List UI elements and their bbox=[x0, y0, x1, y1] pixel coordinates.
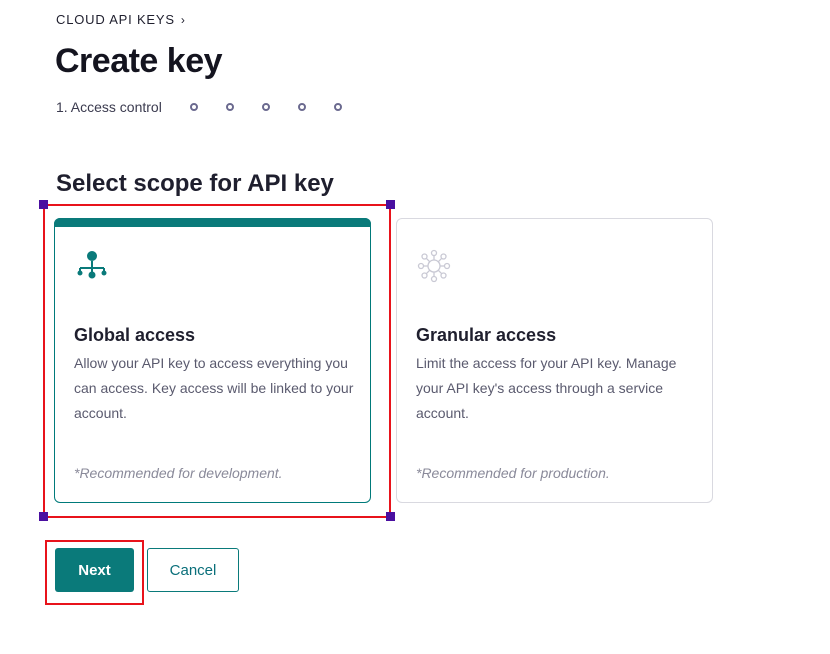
cancel-button[interactable]: Cancel bbox=[147, 548, 239, 592]
resize-handle bbox=[39, 512, 48, 521]
card-description: Limit the access for your API key. Manag… bbox=[416, 355, 677, 421]
card-title: Granular access bbox=[416, 325, 557, 345]
step-dot-2 bbox=[189, 103, 198, 111]
create-key-page: CLOUD API KEYS › Create key 1. Access co… bbox=[0, 0, 830, 654]
step-dot-3 bbox=[225, 103, 234, 111]
network-icon bbox=[417, 249, 451, 283]
step-dot-4 bbox=[261, 103, 270, 111]
current-step-label: 1. Access control bbox=[56, 99, 162, 115]
selected-indicator-bar bbox=[54, 218, 371, 227]
next-button[interactable]: Next bbox=[55, 548, 134, 592]
step-dot-6 bbox=[333, 103, 342, 111]
global-access-card[interactable]: Global access Allow your API key to acce… bbox=[54, 218, 371, 503]
chevron-right-icon: › bbox=[180, 12, 186, 27]
resize-handle bbox=[39, 200, 48, 209]
card-note: *Recommended for production. bbox=[416, 465, 610, 481]
stepper: 1. Access control bbox=[56, 99, 370, 115]
card-note: *Recommended for development. bbox=[74, 465, 283, 481]
hierarchy-icon bbox=[77, 251, 107, 279]
section-title: Select scope for API key bbox=[56, 170, 334, 197]
resize-handle bbox=[386, 512, 395, 521]
card-description: Allow your API key to access everything … bbox=[74, 355, 354, 421]
page-title: Create key bbox=[55, 42, 223, 80]
breadcrumb-label[interactable]: CLOUD API KEYS bbox=[56, 12, 175, 27]
granular-access-card[interactable]: Granular access Limit the access for you… bbox=[396, 218, 713, 503]
card-title: Global access bbox=[74, 325, 196, 345]
resize-handle bbox=[386, 200, 395, 209]
step-dot-5 bbox=[297, 103, 306, 111]
breadcrumb[interactable]: CLOUD API KEYS › bbox=[56, 12, 186, 27]
